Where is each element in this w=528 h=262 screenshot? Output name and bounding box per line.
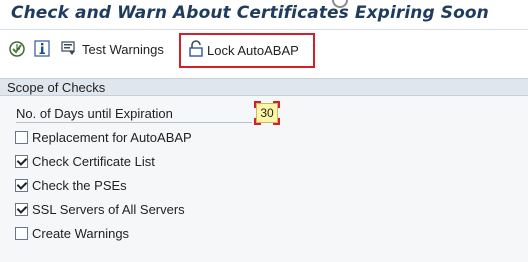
- highlight-frame: [179, 33, 315, 68]
- checkbox-label: Create Warnings: [32, 225, 130, 241]
- checkbox-replacement-autoabap[interactable]: Replacement for AutoABAP: [15, 129, 192, 145]
- checkbox-label: Check the PSEs: [32, 177, 127, 193]
- focus-corner-marker: [273, 118, 280, 125]
- checkbox[interactable]: [15, 178, 28, 192]
- checkbox-ssl-servers-all-servers[interactable]: SSL Servers of All Servers: [15, 201, 185, 217]
- execute-button[interactable]: [8, 40, 26, 61]
- checkbox[interactable]: [15, 154, 28, 168]
- checkbox[interactable]: [15, 202, 28, 216]
- execute-clock-icon: [8, 40, 26, 61]
- days-until-expiration-label: No. of Days until Expiration: [16, 106, 252, 123]
- page-title: Check and Warn About Certificates Expiri…: [11, 3, 489, 23]
- checkbox-check-certificate-list[interactable]: Check Certificate List: [15, 153, 155, 169]
- checkbox-label: Check Certificate List: [32, 153, 155, 169]
- scope-group-header: Scope of Checks: [0, 78, 528, 96]
- checkbox-create-warnings[interactable]: Create Warnings: [15, 225, 129, 241]
- checkbox-label: SSL Servers of All Servers: [32, 201, 185, 217]
- scope-group-title: Scope of Checks: [7, 80, 106, 95]
- checkbox-label: Replacement for AutoABAP: [32, 129, 192, 145]
- focus-corner-marker: [273, 101, 280, 108]
- title-bar: Check and Warn About Certificates Expiri…: [0, 0, 528, 30]
- focus-corner-marker: [254, 101, 261, 108]
- checkbox[interactable]: [15, 130, 28, 144]
- checkbox-check-pses[interactable]: Check the PSEs: [15, 177, 127, 193]
- info-icon: [34, 40, 50, 60]
- info-button[interactable]: [34, 40, 50, 60]
- days-field-wrapper: [254, 101, 280, 125]
- checkbox[interactable]: [15, 226, 28, 240]
- test-warnings-button[interactable]: Test Warnings: [61, 40, 164, 59]
- test-warnings-icon: [61, 40, 77, 59]
- focus-corner-marker: [254, 118, 261, 125]
- test-warnings-label: Test Warnings: [82, 42, 164, 57]
